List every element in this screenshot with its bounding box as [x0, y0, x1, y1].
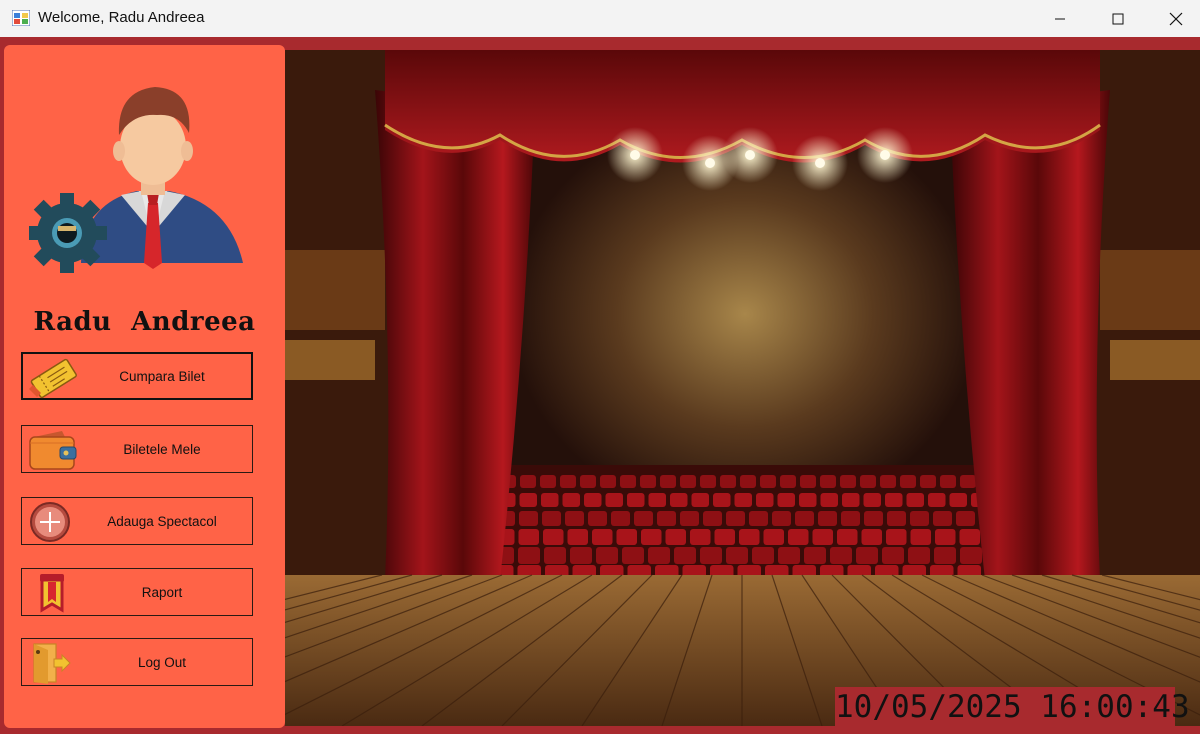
adauga-spectacol-button[interactable]: Adauga Spectacol [21, 497, 253, 545]
close-icon [1169, 12, 1183, 25]
close-button[interactable] [1147, 0, 1200, 37]
exit-door-icon [33, 643, 71, 684]
maximize-button[interactable] [1089, 0, 1147, 37]
app-icon [12, 10, 30, 26]
cumpara-bilet-label: Cumpara Bilet [119, 368, 205, 384]
theater-stage-image [285, 50, 1200, 726]
user-avatar-with-gear-icon [29, 87, 243, 273]
bookmark-report-icon [40, 574, 64, 613]
title-bar: Welcome, Radu Andreea [0, 0, 1200, 37]
maximize-icon [1112, 13, 1124, 24]
raport-button[interactable]: Raport [21, 568, 253, 616]
ticket-icon [29, 358, 77, 399]
cumpara-bilet-button[interactable]: Cumpara Bilet [21, 352, 253, 400]
log-out-label: Log Out [137, 654, 187, 670]
log-out-button[interactable]: Log Out [21, 638, 253, 686]
minimize-icon [1055, 18, 1065, 19]
adauga-spectacol-label: Adauga Spectacol [107, 513, 217, 529]
sidebar: Radu Andreea Cumpara Bilet Biletele Mele [4, 45, 285, 728]
wallet-icon [29, 431, 77, 470]
user-name: Radu Andreea [33, 307, 256, 337]
biletele-mele-label: Biletele Mele [123, 441, 201, 457]
window-title: Welcome, Radu Andreea [38, 9, 205, 26]
raport-label: Raport [141, 584, 183, 600]
clock-label: 10/05/2025 16:00:43 [835, 687, 1190, 727]
biletele-mele-button[interactable]: Biletele Mele [21, 425, 253, 473]
add-circle-icon [30, 502, 70, 542]
minimize-button[interactable] [1031, 0, 1089, 37]
